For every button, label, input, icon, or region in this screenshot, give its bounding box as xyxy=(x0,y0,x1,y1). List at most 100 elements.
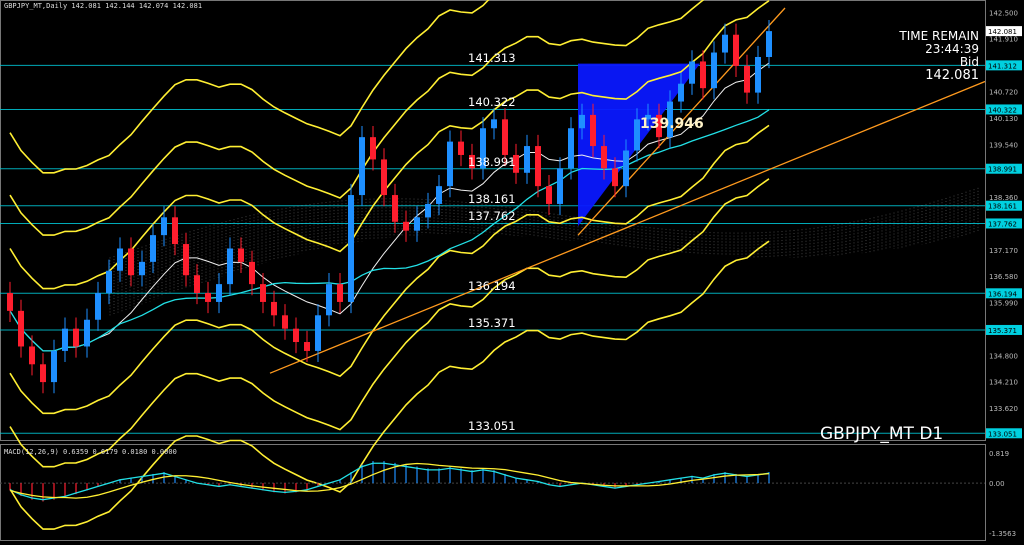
candle-body xyxy=(766,31,772,57)
candle-body xyxy=(722,34,728,53)
price-axis-tick: 134.800 xyxy=(989,352,1018,360)
candle-body xyxy=(161,217,167,236)
bid-value: 142.081 xyxy=(925,68,979,83)
price-axis-tick: 135.990 xyxy=(989,299,1018,307)
candle-body xyxy=(194,275,200,294)
price-axis-tick: 137.170 xyxy=(989,247,1018,255)
candle-body xyxy=(51,350,57,383)
macd-axis-tick: 0.819 xyxy=(989,450,1009,458)
candle-body xyxy=(249,261,255,285)
candle-body xyxy=(733,34,739,66)
price-box-label: 141.312 xyxy=(988,62,1017,70)
candle-body xyxy=(117,248,123,271)
price-axis-tick: 133.620 xyxy=(989,405,1018,413)
price-box-label: 138.991 xyxy=(988,166,1017,174)
symbol-timeframe-label: GBPJPY_MT D1 xyxy=(820,424,944,444)
moving-average-slow xyxy=(9,109,770,352)
candle-body xyxy=(29,346,35,365)
candle-body xyxy=(348,195,354,302)
candle-body xyxy=(139,261,145,276)
price-axis-tick: 134.210 xyxy=(989,379,1018,387)
level-tag-0: 141.313 xyxy=(468,51,516,66)
candle-body xyxy=(711,52,717,89)
candle-body xyxy=(216,284,222,302)
price-axis-tick: 140.130 xyxy=(989,115,1018,123)
candle-body xyxy=(425,203,431,218)
price-box-label: 142.081 xyxy=(988,28,1017,36)
candle-body xyxy=(183,244,189,276)
price-box-label: 136.194 xyxy=(988,290,1017,298)
candle-body xyxy=(260,284,266,302)
candle-body xyxy=(7,293,13,311)
candle-body xyxy=(502,119,508,155)
candle-body xyxy=(370,137,376,160)
candle-body xyxy=(755,56,761,93)
candle-body xyxy=(678,83,684,102)
price-axis-tick: 139.540 xyxy=(989,141,1018,149)
candle-body xyxy=(557,168,563,204)
candle-body xyxy=(392,195,398,222)
price-box-label: 140.322 xyxy=(988,106,1017,114)
bollinger-band-0 xyxy=(9,0,770,290)
price-axis-tick: 138.360 xyxy=(989,194,1018,202)
level-tag-2: 138.991 xyxy=(468,154,516,169)
macd-title: MACD(12,26,9) 0.6359 0.6179 0.0180 0.000… xyxy=(4,448,177,456)
level-tag-3: 138.161 xyxy=(468,191,516,206)
candle-body xyxy=(458,141,464,155)
price-box-label: 135.371 xyxy=(988,327,1017,335)
macd-axis-tick: 0.00 xyxy=(989,480,1005,488)
level-tag-5: 136.194 xyxy=(468,279,516,294)
price-axis-tick: 136.580 xyxy=(989,273,1018,281)
price-box-label: 137.762 xyxy=(988,220,1017,228)
macd-signal-line xyxy=(9,462,770,499)
candle-body xyxy=(568,128,574,169)
price-axis-tick: 142.500 xyxy=(989,9,1018,17)
candle-body xyxy=(271,301,277,316)
candle-body xyxy=(227,248,233,285)
candle-body xyxy=(579,114,585,129)
highlight-price-tag: 139.946 xyxy=(640,116,704,133)
macd-axis-tick: -1.3563 xyxy=(989,530,1016,538)
candle-body xyxy=(689,61,695,84)
price-box-label: 133.051 xyxy=(988,430,1017,438)
candle-body xyxy=(524,146,530,173)
price-chart-svg[interactable]: 142.500 141.910 140.720 140.130 139.540 138.3… xyxy=(0,0,1024,541)
candle-body xyxy=(744,65,750,93)
level-tag-6: 135.371 xyxy=(468,315,516,330)
price-box-label: 138.161 xyxy=(988,203,1017,211)
level-tag-4: 137.762 xyxy=(468,209,516,224)
macd-pane-frame xyxy=(0,444,986,541)
candle-body xyxy=(447,141,453,187)
candle-body xyxy=(436,186,442,204)
candle-body xyxy=(172,217,178,245)
candle-body xyxy=(491,119,497,129)
candle-body xyxy=(414,217,420,231)
candle-body xyxy=(381,159,387,196)
candle-body xyxy=(535,146,541,187)
candle-body xyxy=(95,293,101,320)
candle-body xyxy=(700,61,706,89)
candle-body xyxy=(106,270,112,294)
candle-body xyxy=(315,315,321,351)
candle-body xyxy=(546,186,552,204)
chart-title-line: GBPJPY_MT,Daily 142.081 142.144 142.074 … xyxy=(4,2,203,10)
candle-body xyxy=(128,248,134,276)
candle-body xyxy=(293,328,299,343)
chart-area[interactable]: 142.500 141.910 140.720 140.130 139.540 138.3… xyxy=(0,0,1024,541)
candle-body xyxy=(590,114,596,147)
candle-body xyxy=(62,328,68,351)
candle-body xyxy=(326,284,332,316)
candle-body xyxy=(73,328,79,347)
candle-body xyxy=(304,342,310,351)
level-tag-1: 140.322 xyxy=(468,95,516,110)
candle-body xyxy=(84,319,90,347)
price-axis-tick: 141.910 xyxy=(989,36,1018,44)
candle-body xyxy=(150,235,156,262)
candle-body xyxy=(601,146,607,169)
candle-body xyxy=(612,168,618,187)
candle-body xyxy=(623,150,629,187)
candle-body xyxy=(238,248,244,262)
candle-body xyxy=(205,293,211,302)
time-remain-panel: TIME REMAIN 23:44:39 Bid 142.081 xyxy=(899,30,979,83)
candle-body xyxy=(359,137,365,196)
